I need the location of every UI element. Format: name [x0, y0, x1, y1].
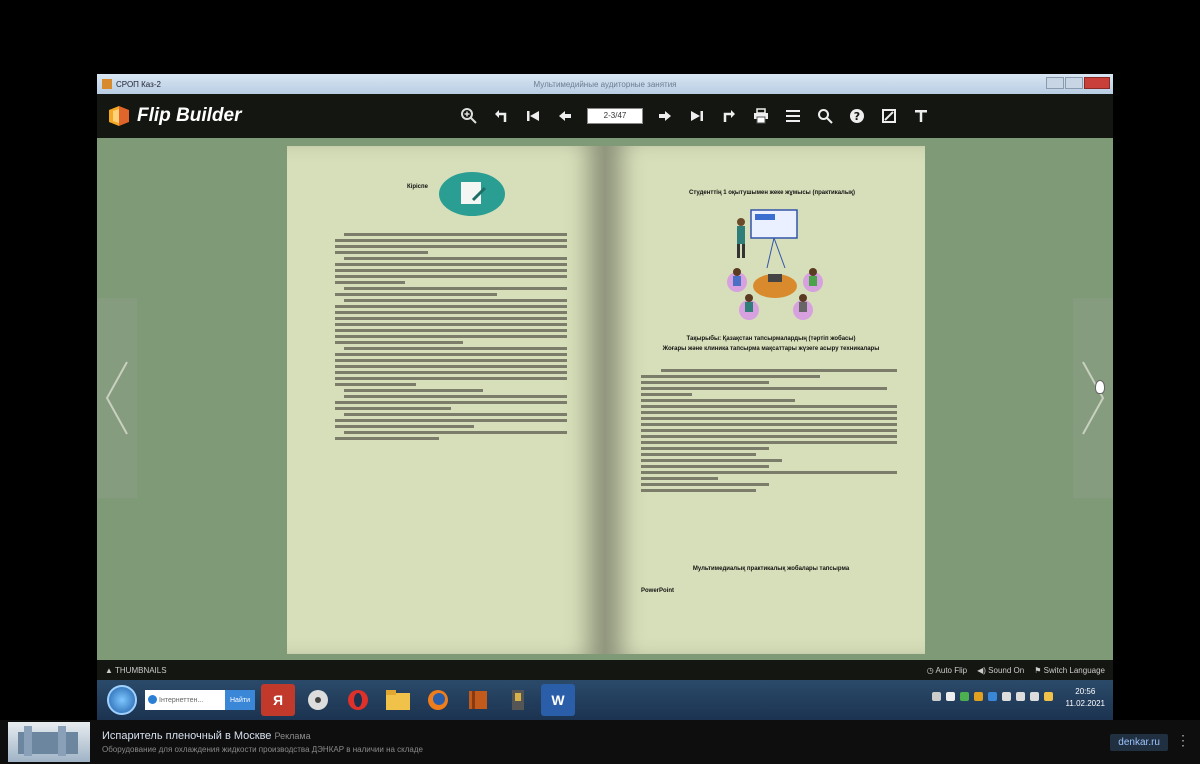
window-title-bar: СРОП Каз-2 Мультимедийные аудиторные зан… — [97, 74, 1113, 94]
thumbnails-label: THUMBNAILS — [115, 665, 167, 675]
ad-image — [8, 722, 90, 762]
tray-app-icon[interactable] — [988, 692, 997, 701]
media-app-icon[interactable] — [301, 684, 335, 716]
sound-label: Sound On — [988, 665, 1025, 675]
contents-icon[interactable] — [777, 100, 809, 132]
flip-app-icon[interactable] — [501, 684, 535, 716]
svg-text:?: ? — [854, 110, 860, 123]
bottom-right-tools: ◷ Auto Flip ◀) Sound On ⚑ Switch Languag… — [927, 666, 1105, 675]
thumbnails-toggle[interactable]: ▲ THUMBNAILS — [105, 666, 167, 675]
print-icon[interactable] — [745, 100, 777, 132]
ad-badge: Реклама — [274, 731, 311, 741]
left-page-body-text — [335, 230, 567, 443]
auto-flip-label: Auto Flip — [935, 665, 968, 675]
help-icon[interactable]: ? — [841, 100, 873, 132]
ad-title[interactable]: Испаритель пленочный в Москве Реклама — [102, 730, 423, 742]
prev-page-icon[interactable] — [549, 100, 581, 132]
right-section-subtitle: Жоғары және клиника тапсырма мақсаттары … — [662, 346, 880, 352]
system-tray — [932, 692, 1053, 701]
back-icon[interactable] — [485, 100, 517, 132]
tray-app-icon[interactable] — [1044, 692, 1053, 701]
text-icon[interactable] — [905, 100, 937, 132]
window-tab-title: СРОП Каз-2 — [116, 79, 161, 89]
switch-language-button[interactable]: ⚑ Switch Language — [1034, 666, 1105, 675]
screen-frame: СРОП Каз-2 Мультимедийные аудиторные зан… — [0, 0, 1200, 764]
ad-domain-link[interactable]: denkar.ru — [1110, 734, 1168, 751]
word-app-icon[interactable]: W — [541, 684, 575, 716]
tray-app-icon[interactable] — [974, 692, 983, 701]
app-icon — [102, 79, 112, 89]
tray-app-icon[interactable] — [1002, 692, 1011, 701]
left-page-heading: Кіріспе — [407, 184, 428, 190]
right-list-title: Мультимедиалық практикалық жобалары тапс… — [692, 566, 850, 572]
opera-app-icon[interactable] — [341, 684, 375, 716]
search-placeholder: Інтернеттен... — [159, 696, 204, 704]
taskbar-search-input[interactable]: Інтернеттен... — [145, 690, 225, 710]
first-page-icon[interactable] — [517, 100, 549, 132]
previous-page-arrow[interactable] — [97, 298, 137, 498]
volume-icon[interactable] — [1030, 692, 1039, 701]
viewer-toolbar: Flip Builder 2-3/47 ? — [97, 94, 1113, 138]
tray-arrow-icon[interactable] — [946, 692, 955, 701]
search-icon[interactable] — [809, 100, 841, 132]
start-button[interactable] — [107, 685, 137, 715]
clock-time: 20:56 — [1075, 687, 1096, 696]
tray-flag-icon[interactable] — [932, 692, 941, 701]
toolbar-buttons: 2-3/47 ? — [453, 94, 937, 138]
os-taskbar: Інтернеттен... Найти Я W 20:56 11.02.202… — [97, 680, 1113, 720]
window-controls — [1046, 77, 1110, 89]
ad-description: Оборудование для охлаждения жидкости про… — [102, 745, 423, 754]
page-number-input[interactable]: 2-3/47 — [587, 108, 643, 124]
left-page: Кіріспе — [287, 146, 605, 654]
maximize-button[interactable] — [1065, 77, 1083, 89]
last-page-icon[interactable] — [681, 100, 713, 132]
yandex-app-icon[interactable]: Я — [261, 684, 295, 716]
ad-title-text: Испаритель пленочный в Москве — [102, 730, 272, 742]
viewer-bottom-bar: ▲ THUMBNAILS ◷ Auto Flip ◀) Sound On ⚑ S… — [97, 660, 1113, 680]
clock-date: 11.02.2021 — [1065, 699, 1105, 708]
ad-banner[interactable]: Испаритель пленочный в Москве Реклама Об… — [0, 720, 1200, 764]
ad-menu-icon[interactable]: ⋮ — [1176, 732, 1190, 749]
auto-flip-button[interactable]: ◷ Auto Flip — [927, 666, 967, 675]
switch-language-label: Switch Language — [1043, 665, 1105, 675]
classroom-illustration — [715, 206, 835, 326]
mouse-cursor-icon — [1095, 380, 1105, 394]
right-page-footer: PowerPoint — [641, 588, 675, 594]
zoom-in-icon[interactable] — [453, 100, 485, 132]
fullscreen-icon[interactable] — [873, 100, 905, 132]
folder-app-icon[interactable] — [381, 684, 415, 716]
book-stage: Кіріспе Студенттің 1 оқытушымен жеке жұм… — [97, 138, 1113, 660]
flip-builder-logo-icon — [107, 104, 131, 128]
ad-text: Испаритель пленочный в Москве Реклама Об… — [102, 730, 423, 754]
logo-text: Flip Builder — [137, 105, 242, 126]
book-app-icon[interactable] — [461, 684, 495, 716]
flip-builder-logo: Flip Builder — [107, 104, 242, 128]
firefox-app-icon[interactable] — [421, 684, 455, 716]
taskbar-clock[interactable]: 20:56 11.02.2021 — [1066, 686, 1105, 710]
right-page-heading: Студенттің 1 оқытушымен жеке жұмысы (пра… — [689, 190, 855, 196]
right-page: Студенттің 1 оқытушымен жеке жұмысы (пра… — [605, 146, 925, 654]
next-page-icon[interactable] — [649, 100, 681, 132]
forward-icon[interactable] — [713, 100, 745, 132]
next-page-arrow[interactable] — [1073, 298, 1113, 498]
taskbar-search-button[interactable]: Найти — [225, 690, 255, 710]
sound-toggle[interactable]: ◀) Sound On — [977, 666, 1024, 675]
right-section-title: Тақырыбы: Қазақстан тапсырмалардың (тәрт… — [686, 336, 856, 342]
minimize-button[interactable] — [1046, 77, 1064, 89]
tray-app-icon[interactable] — [960, 692, 969, 701]
browser-icon — [148, 695, 157, 704]
right-page-body-text — [641, 366, 897, 495]
close-button[interactable] — [1084, 77, 1110, 89]
window-center-title: Мультимедийные аудиторные занятия — [533, 79, 677, 89]
network-icon[interactable] — [1016, 692, 1025, 701]
document-edit-icon — [439, 172, 505, 216]
